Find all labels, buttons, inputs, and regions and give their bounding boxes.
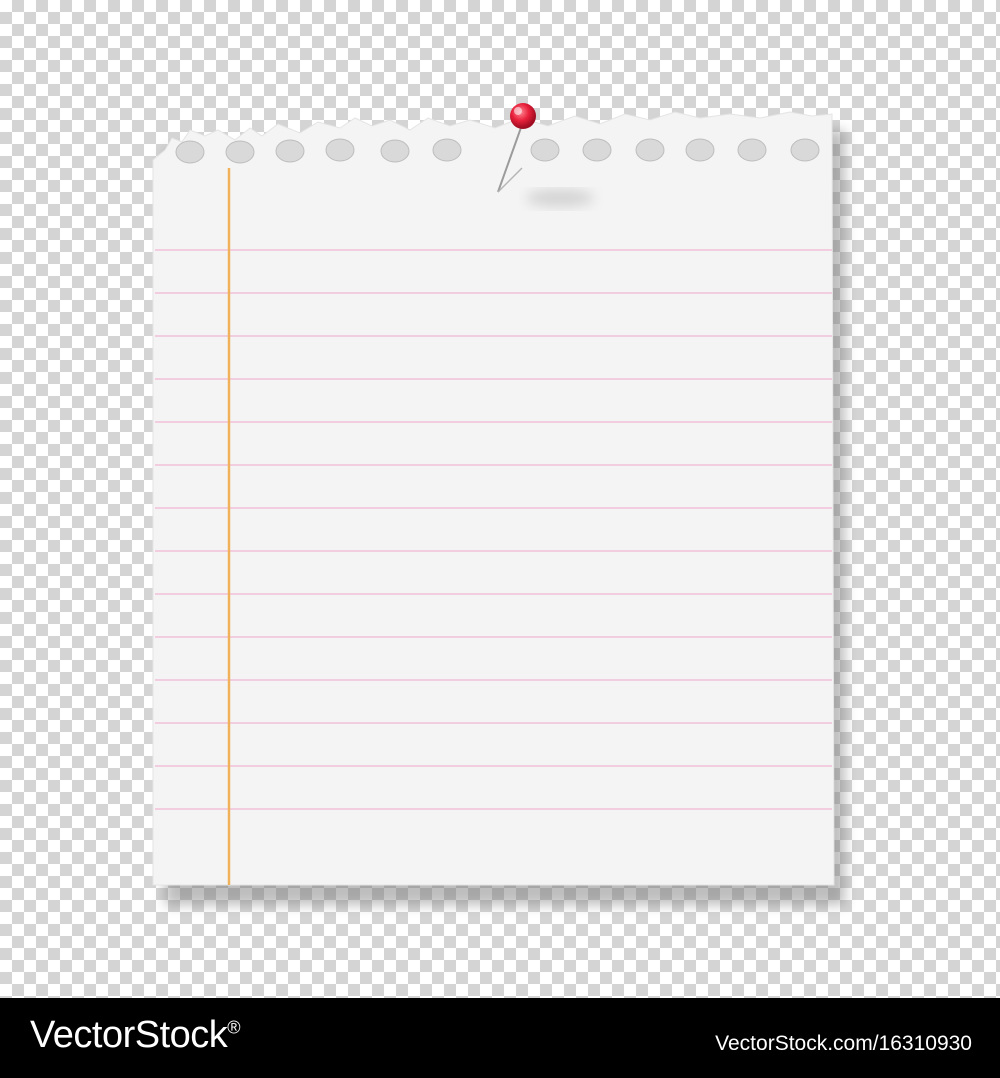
- watermark-footer: VectorStock® VectorStock.com/16310930: [0, 998, 1000, 1078]
- image-id: VectorStock.com/16310930: [715, 1032, 972, 1055]
- brand-logo: VectorStock®: [30, 1014, 241, 1057]
- paper-sheet: [152, 111, 835, 886]
- checkerboard-background: [0, 0, 1000, 998]
- notebook-paper-illustration: [152, 103, 845, 905]
- brand-name: VectorStock: [30, 1014, 228, 1056]
- brand-mark: ®: [227, 1017, 241, 1038]
